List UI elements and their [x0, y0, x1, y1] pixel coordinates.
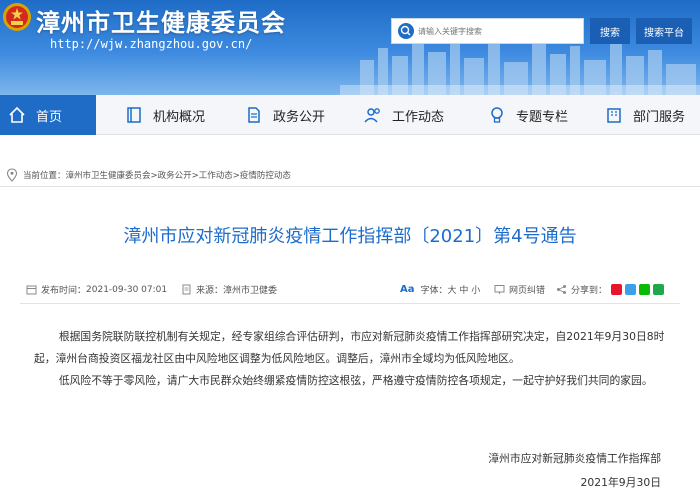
people-icon [364, 108, 380, 123]
qzone-share-icon[interactable] [625, 284, 637, 295]
home-icon [9, 106, 25, 123]
nav-item-special-topics[interactable]: 专题专栏 [488, 95, 568, 135]
font-size-control: Aa 字体： 大 中 小 [400, 283, 481, 296]
search-button[interactable]: 搜索 [590, 18, 630, 44]
article-paragraph: 根据国务院联防联控机制有关规定，经专家组综合评估研判，市应对新冠肺炎疫情工作指挥… [34, 330, 665, 365]
article-title: 漳州市应对新冠肺炎疫情工作指挥部〔2021〕第4号通告 [123, 226, 577, 247]
nav-label: 专题专栏 [516, 109, 569, 125]
location-pin-icon [6, 168, 18, 182]
article-paragraph: 低风险不等于零风险，请广大市民群众始终绷紧疫情防控这根弦，严格遵守疫情防控各项规… [58, 374, 653, 387]
nav-label: 部门服务 [633, 109, 686, 125]
signature-org: 漳州市应对新冠肺炎疫情工作指挥部 [488, 452, 661, 465]
site-title: 漳州市卫生健康委员会 [36, 9, 286, 37]
font-size-options[interactable]: 大 中 小 [448, 283, 481, 296]
search-input[interactable] [418, 26, 578, 36]
breadcrumb-prefix: 当前位置： [23, 171, 66, 181]
share-buttons [611, 284, 665, 295]
article-body: 根据国务院联防联控机制有关规定，经专家组综合评估研判，市应对新冠肺炎疫情工作指挥… [34, 326, 668, 392]
nav-label: 机构概况 [153, 109, 206, 125]
nav-item-org-overview[interactable]: 机构概况 [125, 95, 205, 135]
building-icon [607, 108, 621, 123]
nav-item-gov-affairs[interactable]: 政务公开 [245, 95, 325, 135]
main-nav: 首页 机构概况 政务公开 工作动态 专题专栏 部门服务 [0, 95, 700, 135]
divider [20, 303, 680, 304]
monitor-icon [494, 285, 505, 294]
source: 来源： 漳州市卫健委 [181, 283, 277, 296]
weibo-share-icon[interactable] [611, 284, 623, 295]
nav-item-work-news[interactable]: 工作动态 [364, 95, 444, 135]
calendar-icon [26, 285, 37, 295]
site-header: 漳州市卫生健康委员会 http://wjw.zhangzhou.gov.cn/ … [0, 0, 700, 95]
wechat-share-icon[interactable] [639, 284, 651, 295]
signature-date: 2021年9月30日 [580, 476, 661, 489]
article-meta: 发布时间： 2021-09-30 07:01 来源： 漳州市卫健委 Aa 字体： 大… [0, 283, 700, 301]
document-icon [182, 284, 191, 295]
correction-link[interactable]: 网页纠错 [494, 283, 545, 296]
site-url[interactable]: http://wjw.zhangzhou.gov.cn/ [50, 37, 252, 51]
share-icon [557, 285, 566, 294]
nav-item-home[interactable]: 首页 [0, 95, 96, 135]
search-icon [398, 23, 414, 39]
nav-label: 政务公开 [273, 109, 326, 125]
divider [0, 186, 700, 187]
nav-label: 首页 [36, 109, 63, 125]
publish-time: 发布时间： 2021-09-30 07:01 [26, 283, 167, 296]
font-aa-icon: Aa [400, 284, 415, 295]
search-box [391, 18, 584, 44]
douban-share-icon[interactable] [653, 284, 665, 295]
nav-label: 工作动态 [392, 109, 445, 125]
lightbulb-icon [491, 107, 503, 123]
national-emblem-icon [3, 3, 31, 31]
share: 分享到： [556, 283, 665, 296]
book-icon [127, 107, 141, 123]
document-icon [248, 107, 260, 123]
breadcrumb: 当前位置： 漳州市卫生健康委员会>政务公开>工作动态>疫情防控动态 [6, 168, 291, 182]
nav-item-dept-services[interactable]: 部门服务 [605, 95, 685, 135]
breadcrumb-path[interactable]: 漳州市卫生健康委员会>政务公开>工作动态>疫情防控动态 [66, 169, 291, 181]
search-platform-button[interactable]: 搜索平台 [636, 18, 692, 44]
